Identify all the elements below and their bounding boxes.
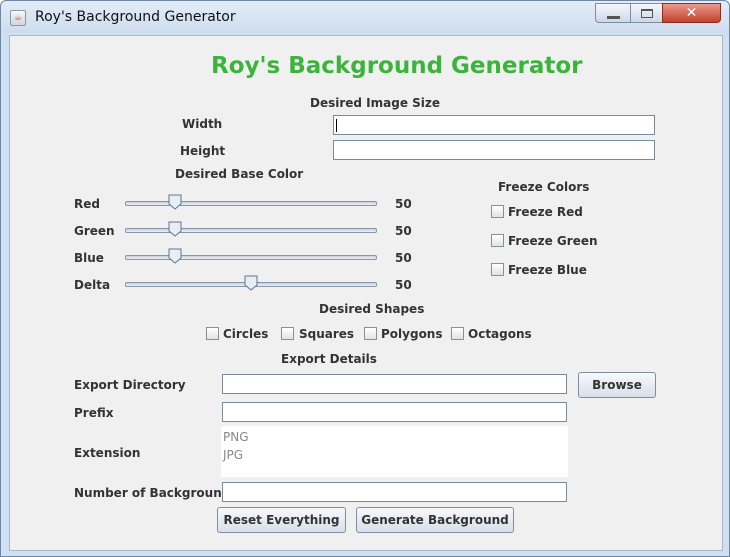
height-label: Height — [180, 144, 226, 158]
slider-thumb[interactable] — [168, 248, 182, 264]
blue-slider[interactable] — [125, 247, 377, 267]
prefix-label: Prefix — [74, 406, 114, 420]
red-value: 50 — [395, 197, 412, 211]
text-caret — [336, 119, 337, 132]
freeze-colors-section-label: Freeze Colors — [498, 180, 590, 194]
blue-slider-label: Blue — [74, 251, 104, 265]
export-directory-field[interactable] — [222, 374, 567, 394]
minimize-button[interactable] — [595, 3, 631, 23]
blue-value: 50 — [395, 251, 412, 265]
slider-track — [125, 201, 377, 206]
freeze-red-label[interactable]: Freeze Red — [508, 205, 583, 219]
slider-track — [125, 255, 377, 260]
green-slider[interactable] — [125, 220, 377, 240]
polygons-checkbox[interactable] — [364, 327, 377, 340]
polygons-label[interactable]: Polygons — [381, 327, 443, 341]
list-item[interactable]: JPG — [223, 448, 243, 462]
green-slider-label: Green — [74, 224, 115, 238]
browse-button[interactable]: Browse — [578, 372, 656, 398]
freeze-green-checkbox[interactable] — [491, 234, 504, 247]
window-title: Roy's Background Generator — [35, 9, 236, 25]
list-item[interactable]: PNG — [223, 430, 249, 444]
width-field[interactable] — [333, 115, 655, 135]
octagons-label[interactable]: Octagons — [468, 327, 532, 341]
slider-thumb[interactable] — [244, 275, 258, 291]
circles-checkbox[interactable] — [206, 327, 219, 340]
delta-value: 50 — [395, 278, 412, 292]
octagons-checkbox[interactable] — [451, 327, 464, 340]
prefix-field[interactable] — [222, 402, 567, 422]
maximize-icon — [641, 9, 653, 18]
freeze-blue-checkbox[interactable] — [491, 263, 504, 276]
red-slider[interactable] — [125, 193, 377, 213]
reset-everything-button[interactable]: Reset Everything — [217, 507, 346, 533]
generate-background-button[interactable]: Generate Background — [356, 507, 514, 533]
width-label: Width — [182, 117, 223, 131]
freeze-green-label[interactable]: Freeze Green — [508, 234, 598, 248]
freeze-red-checkbox[interactable] — [491, 205, 504, 218]
squares-checkbox[interactable] — [281, 327, 294, 340]
export-directory-label: Export Directory — [74, 378, 186, 392]
minimize-icon — [607, 16, 620, 19]
maximize-button[interactable] — [630, 3, 663, 23]
extension-label: Extension — [74, 446, 141, 460]
base-color-section-label: Desired Base Color — [175, 167, 304, 181]
slider-thumb[interactable] — [168, 194, 182, 210]
freeze-blue-label[interactable]: Freeze Blue — [508, 263, 587, 277]
height-field[interactable] — [333, 140, 655, 160]
backgrounds-count-field[interactable] — [222, 482, 567, 502]
image-size-section-label: Desired Image Size — [310, 96, 441, 110]
squares-label[interactable]: Squares — [299, 327, 354, 341]
extension-list[interactable]: PNG JPG — [221, 426, 568, 477]
slider-track — [125, 228, 377, 233]
java-app-icon: ☕ — [10, 10, 26, 26]
shapes-section-label: Desired Shapes — [319, 302, 425, 316]
title-bar[interactable]: ☕ Roy's Background Generator ✕ — [1, 1, 729, 33]
close-icon: ✕ — [685, 5, 698, 21]
slider-thumb[interactable] — [168, 221, 182, 237]
green-value: 50 — [395, 224, 412, 238]
circles-label[interactable]: Circles — [223, 327, 268, 341]
backgrounds-count-label: Number of Backgrounds — [74, 486, 238, 500]
delta-slider-label: Delta — [74, 278, 111, 292]
delta-slider[interactable] — [125, 274, 377, 294]
red-slider-label: Red — [74, 197, 100, 211]
export-section-label: Export Details — [281, 352, 377, 366]
close-button[interactable]: ✕ — [662, 3, 721, 23]
page-title: Roy's Background Generator — [211, 53, 583, 79]
